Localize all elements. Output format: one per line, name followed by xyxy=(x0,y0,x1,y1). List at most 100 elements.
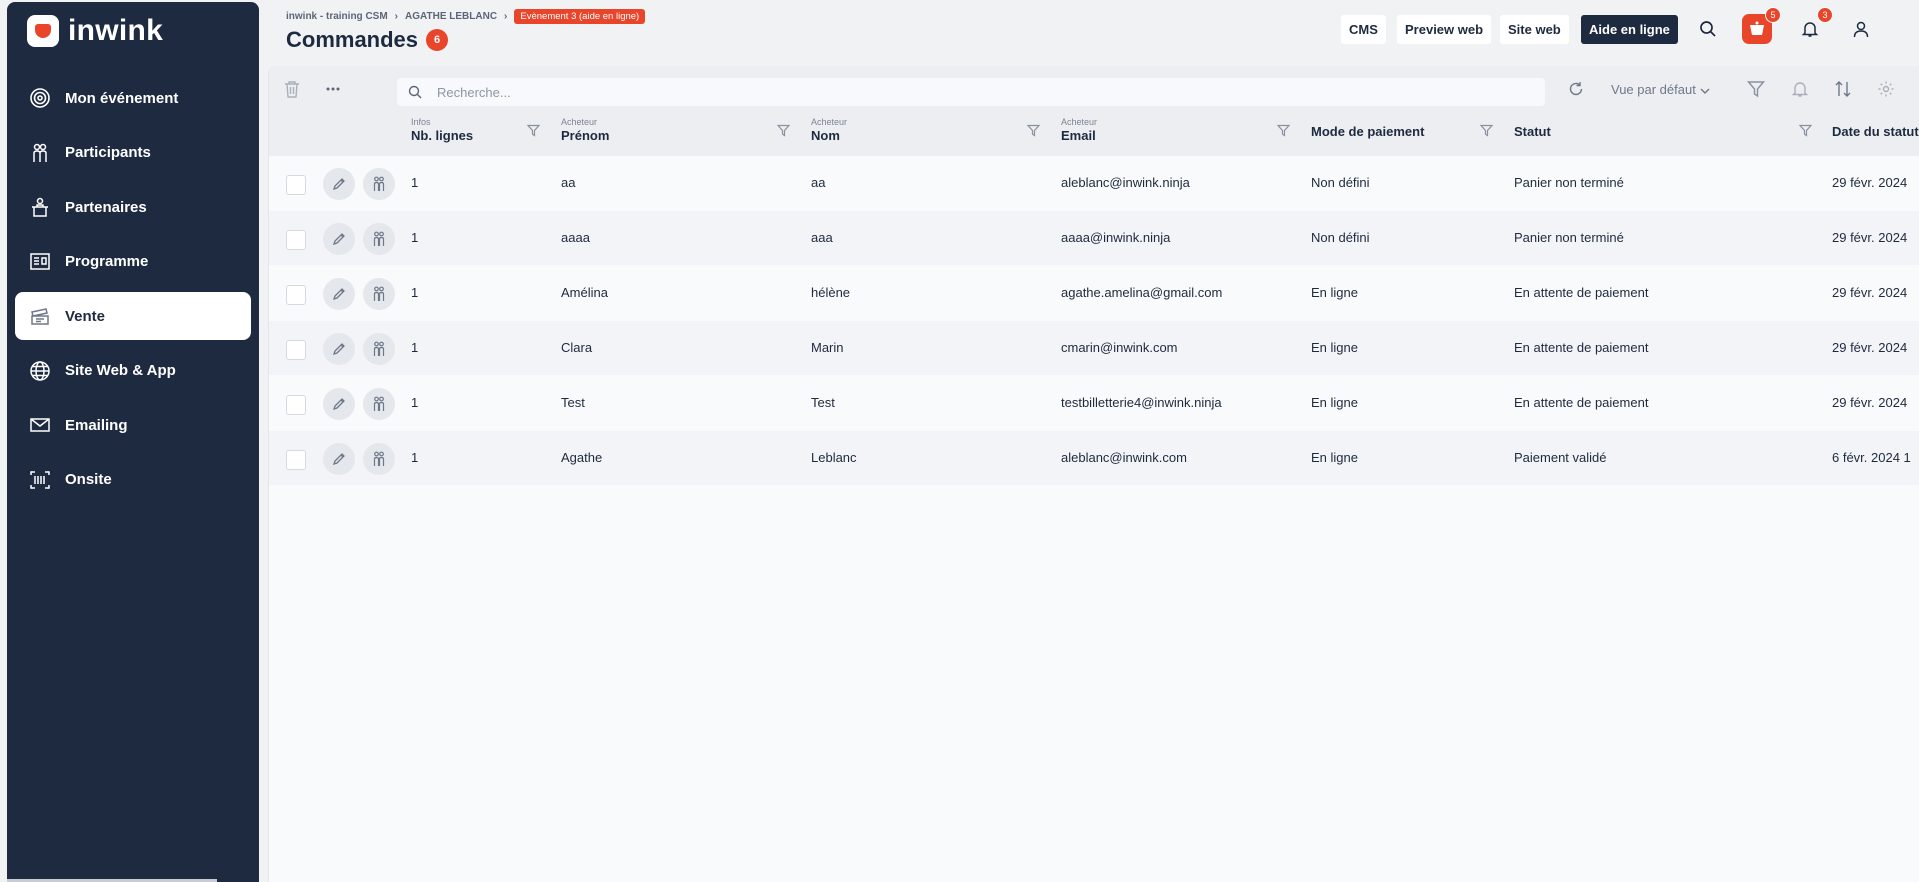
edit-pencil-icon[interactable] xyxy=(323,388,355,420)
sort-icon[interactable] xyxy=(1832,78,1854,100)
presentation-icon xyxy=(29,251,51,273)
alert-bell-icon[interactable] xyxy=(1789,78,1811,100)
edit-pencil-icon[interactable] xyxy=(323,168,355,200)
row-checkbox[interactable] xyxy=(286,450,306,470)
column-header-nom[interactable]: Acheteur Nom xyxy=(811,117,847,143)
logo-text: inwink xyxy=(68,14,164,47)
cell-mode-paiement: En ligne xyxy=(1311,340,1358,355)
column-header-statut[interactable]: Statut xyxy=(1514,123,1551,139)
cell-nb-lignes: 1 xyxy=(411,340,419,355)
site-web-button[interactable]: Site web xyxy=(1500,15,1569,44)
table-row[interactable]: 1 aa aa aleblanc@inwink.ninja Non défini… xyxy=(269,156,1919,210)
row-checkbox[interactable] xyxy=(286,395,306,415)
cell-email: cmarin@inwink.com xyxy=(1061,340,1178,355)
sidebar-item-partenaires[interactable]: Partenaires xyxy=(15,183,251,231)
attendees-icon[interactable] xyxy=(363,443,395,475)
attendees-icon[interactable] xyxy=(363,333,395,365)
table-toolbar: Vue par défaut xyxy=(269,66,1919,112)
edit-pencil-icon[interactable] xyxy=(323,223,355,255)
cell-prenom: Test xyxy=(561,395,585,410)
sidebar-item-label: Site Web & App xyxy=(65,362,176,379)
sidebar-item-vente[interactable]: Vente xyxy=(15,292,251,340)
cell-nom: Marin xyxy=(811,340,844,355)
column-filter-icon[interactable] xyxy=(1025,122,1041,138)
search-icon[interactable] xyxy=(1693,14,1723,44)
breadcrumb-item-user[interactable]: AGATHE LEBLANC xyxy=(405,11,497,22)
attendees-icon[interactable] xyxy=(363,223,395,255)
brand-logo[interactable]: inwink xyxy=(27,14,163,48)
cell-mode-paiement: Non défini xyxy=(1311,230,1370,245)
trash-icon[interactable] xyxy=(281,78,303,100)
cell-prenom: Clara xyxy=(561,340,593,355)
column-header-date-statut[interactable]: Date du statut xyxy=(1832,123,1919,139)
sidebar-item-programme[interactable]: Programme xyxy=(15,238,251,286)
filter-icon[interactable] xyxy=(1745,78,1767,100)
sidebar-item-onsite[interactable]: Onsite xyxy=(15,456,251,504)
column-filter-icon[interactable] xyxy=(1478,122,1494,138)
cell-nb-lignes: 1 xyxy=(411,285,419,300)
column-header-prenom[interactable]: Acheteur Prénom xyxy=(561,117,609,143)
event-tag[interactable]: Evènement 3 (aide en ligne) xyxy=(514,9,646,24)
view-selector-label: Vue par défaut xyxy=(1611,82,1696,97)
help-button[interactable]: Aide en ligne xyxy=(1581,15,1678,44)
sidebar-item-emailing[interactable]: Emailing xyxy=(15,401,251,449)
table-row[interactable]: 1 Amélina hélène agathe.amelina@gmail.co… xyxy=(269,266,1919,320)
sidebar-item-mon-evenement[interactable]: Mon événement xyxy=(15,74,251,122)
edit-pencil-icon[interactable] xyxy=(323,333,355,365)
sidebar-nav: Mon événement Participants Partenaires P… xyxy=(15,74,251,510)
cell-nom: hélène xyxy=(811,285,851,300)
column-header-email[interactable]: Acheteur Email xyxy=(1061,117,1097,143)
table-row[interactable]: 1 Agathe Leblanc aleblanc@inwink.com En … xyxy=(269,431,1919,485)
table-row[interactable]: 1 aaaa aaa aaaa@inwink.ninja Non défini … xyxy=(269,211,1919,265)
column-label: Prénom xyxy=(561,128,610,143)
breadcrumb: inwink - training CSM › AGATHE LEBLANC ›… xyxy=(286,9,646,24)
row-checkbox[interactable] xyxy=(286,340,306,360)
row-checkbox[interactable] xyxy=(286,175,306,195)
view-selector[interactable]: Vue par défaut xyxy=(1611,82,1710,97)
sidebar-item-label: Programme xyxy=(65,253,149,270)
cell-nom: Leblanc xyxy=(811,450,857,465)
edit-pencil-icon[interactable] xyxy=(323,443,355,475)
cell-nom: aa xyxy=(811,175,826,190)
sidebar-item-participants[interactable]: Participants xyxy=(15,129,251,177)
cell-date-statut: 6 févr. 2024 1 xyxy=(1832,450,1911,465)
settings-gear-icon[interactable] xyxy=(1875,78,1897,100)
column-filter-icon[interactable] xyxy=(1797,122,1813,138)
user-icon[interactable] xyxy=(1846,14,1876,44)
cart-badge: 5 xyxy=(1765,7,1781,23)
attendees-icon[interactable] xyxy=(363,278,395,310)
column-label: Nb. lignes xyxy=(411,128,474,143)
app-root: inwink Mon événement Participants Parten… xyxy=(0,0,1919,882)
cell-mode-paiement: En ligne xyxy=(1311,450,1358,465)
table-row[interactable]: 1 Clara Marin cmarin@inwink.com En ligne… xyxy=(269,321,1919,375)
column-filter-icon[interactable] xyxy=(1275,122,1291,138)
column-filter-icon[interactable] xyxy=(525,122,541,138)
table-row[interactable]: 1 Test Test testbilletterie4@inwink.ninj… xyxy=(269,376,1919,430)
attendees-icon[interactable] xyxy=(363,168,395,200)
logo-icon xyxy=(27,15,59,47)
column-filter-icon[interactable] xyxy=(775,122,791,138)
page-title: Commandes 6 xyxy=(286,27,449,53)
cell-email: aaaa@inwink.ninja xyxy=(1061,230,1171,245)
column-header-nb-lignes[interactable]: Infos Nb. lignes xyxy=(411,117,473,143)
column-label: Date du statut xyxy=(1832,124,1919,139)
refresh-icon[interactable] xyxy=(1565,78,1587,100)
search-input[interactable] xyxy=(437,84,1517,100)
cell-nb-lignes: 1 xyxy=(411,395,419,410)
column-group-label: Acheteur xyxy=(561,117,598,127)
cell-email: aleblanc@inwink.ninja xyxy=(1061,175,1190,190)
attendees-icon[interactable] xyxy=(363,388,395,420)
edit-pencil-icon[interactable] xyxy=(323,278,355,310)
cms-button[interactable]: CMS xyxy=(1341,15,1386,44)
row-checkbox[interactable] xyxy=(286,230,306,250)
more-icon[interactable] xyxy=(322,78,344,100)
sidebar-item-label: Emailing xyxy=(65,416,128,434)
page-title-text: Commandes xyxy=(286,27,419,52)
row-checkbox[interactable] xyxy=(286,285,306,305)
column-header-mode-paiement[interactable]: Mode de paiement xyxy=(1311,123,1424,139)
breadcrumb-item-training[interactable]: inwink - training CSM xyxy=(286,11,388,22)
preview-web-button[interactable]: Preview web xyxy=(1397,15,1492,44)
cell-date-statut: 29 févr. 2024 xyxy=(1832,230,1908,245)
sidebar-item-site-web-app[interactable]: Site Web & App xyxy=(15,347,251,395)
cell-nom: aaa xyxy=(811,230,833,245)
